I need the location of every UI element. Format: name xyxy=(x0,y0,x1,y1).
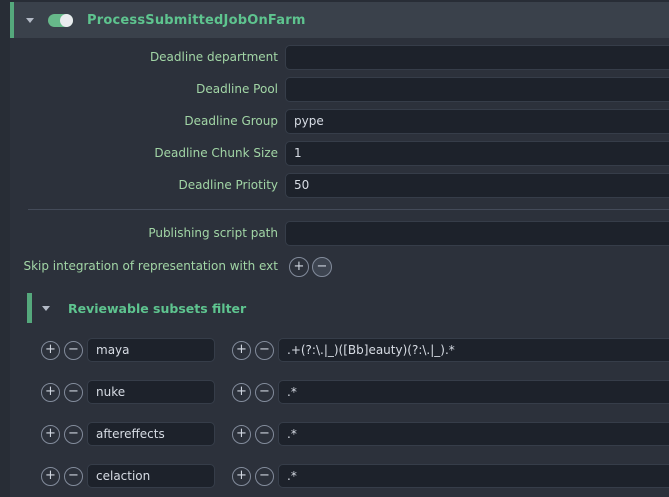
settings-panel: ProcessSubmittedJobOnFarm Deadline depar… xyxy=(10,0,669,497)
subsection-title: Reviewable subsets filter xyxy=(68,301,246,316)
filter-row-celaction: + − celaction + − .* xyxy=(41,464,669,488)
publishing-script-path-input[interactable] xyxy=(285,221,669,246)
plugin-section-body: Deadline department Deadline Pool Deadli… xyxy=(10,38,669,497)
collapse-arrow-icon[interactable] xyxy=(42,306,50,311)
collapse-arrow-icon[interactable] xyxy=(26,18,34,23)
filter-row-aftereffects: + − aftereffects + − .* xyxy=(41,422,669,446)
skip-integration-row: Skip integration of representation with … xyxy=(10,253,669,279)
remove-button[interactable]: − xyxy=(64,467,83,486)
add-button[interactable]: + xyxy=(289,257,309,277)
form-row: Publishing script path xyxy=(10,221,669,246)
filter-value-input[interactable]: .* xyxy=(278,380,669,404)
filter-row-nuke: + − nuke + − .* xyxy=(41,380,669,404)
add-button[interactable]: + xyxy=(232,341,251,360)
remove-button[interactable]: − xyxy=(255,341,274,360)
deadline-chunk-size-input[interactable]: 1 xyxy=(285,141,669,166)
subsection-header: Reviewable subsets filter xyxy=(27,293,669,323)
field-label: Deadline Group xyxy=(10,109,278,134)
filter-key-input[interactable]: celaction xyxy=(87,464,215,488)
remove-button[interactable]: − xyxy=(312,257,332,277)
filter-key-input[interactable]: aftereffects xyxy=(87,422,215,446)
remove-button[interactable]: − xyxy=(255,383,274,402)
field-label: Deadline Priotity xyxy=(10,173,278,198)
field-label: Skip integration of representation with … xyxy=(10,254,278,279)
field-label: Deadline Pool xyxy=(10,77,278,102)
filter-value-input[interactable]: .+(?:\.|_)([Bb]eauty)(?:\.|_).* xyxy=(278,338,669,362)
filter-value-input[interactable]: .* xyxy=(278,422,669,446)
form-row: Deadline Priotity 50 xyxy=(10,173,669,198)
form-row: Deadline Chunk Size 1 xyxy=(10,141,669,166)
form-row: Deadline department xyxy=(10,45,669,70)
deadline-group-input[interactable]: pype xyxy=(285,109,669,134)
filter-value-input[interactable]: .* xyxy=(278,464,669,488)
remove-button[interactable]: − xyxy=(255,467,274,486)
filter-key-input[interactable]: nuke xyxy=(87,380,215,404)
deadline-department-input[interactable] xyxy=(285,45,669,70)
field-label: Deadline department xyxy=(10,45,278,70)
plugin-title: ProcessSubmittedJobOnFarm xyxy=(87,13,306,28)
skip-integration-controls: + − xyxy=(278,255,332,279)
deadline-pool-input[interactable] xyxy=(285,77,669,102)
field-label: Deadline Chunk Size xyxy=(10,141,278,166)
add-button[interactable]: + xyxy=(41,425,60,444)
add-button[interactable]: + xyxy=(41,341,60,360)
add-button[interactable]: + xyxy=(232,383,251,402)
filter-key-input[interactable]: maya xyxy=(87,338,215,362)
remove-button[interactable]: − xyxy=(64,425,83,444)
add-button[interactable]: + xyxy=(41,383,60,402)
remove-button[interactable]: − xyxy=(64,341,83,360)
field-label: Publishing script path xyxy=(10,221,278,246)
enabled-toggle[interactable] xyxy=(48,14,73,27)
add-button[interactable]: + xyxy=(41,467,60,486)
divider xyxy=(28,209,669,210)
add-button[interactable]: + xyxy=(232,425,251,444)
plugin-section-header: ProcessSubmittedJobOnFarm xyxy=(10,2,669,38)
remove-button[interactable]: − xyxy=(64,383,83,402)
form-row: Deadline Pool xyxy=(10,77,669,102)
add-button[interactable]: + xyxy=(232,467,251,486)
remove-button[interactable]: − xyxy=(255,425,274,444)
reviewable-subsets-section: Reviewable subsets filter + − maya + − .… xyxy=(27,293,669,488)
filter-row-maya: + − maya + − .+(?:\.|_)([Bb]eauty)(?:\.|… xyxy=(41,338,669,362)
form-row: Deadline Group pype xyxy=(10,109,669,134)
toggle-knob-icon xyxy=(60,14,73,27)
filter-rows: + − maya + − .+(?:\.|_)([Bb]eauty)(?:\.|… xyxy=(27,323,669,488)
deadline-priority-input[interactable]: 50 xyxy=(285,173,669,198)
